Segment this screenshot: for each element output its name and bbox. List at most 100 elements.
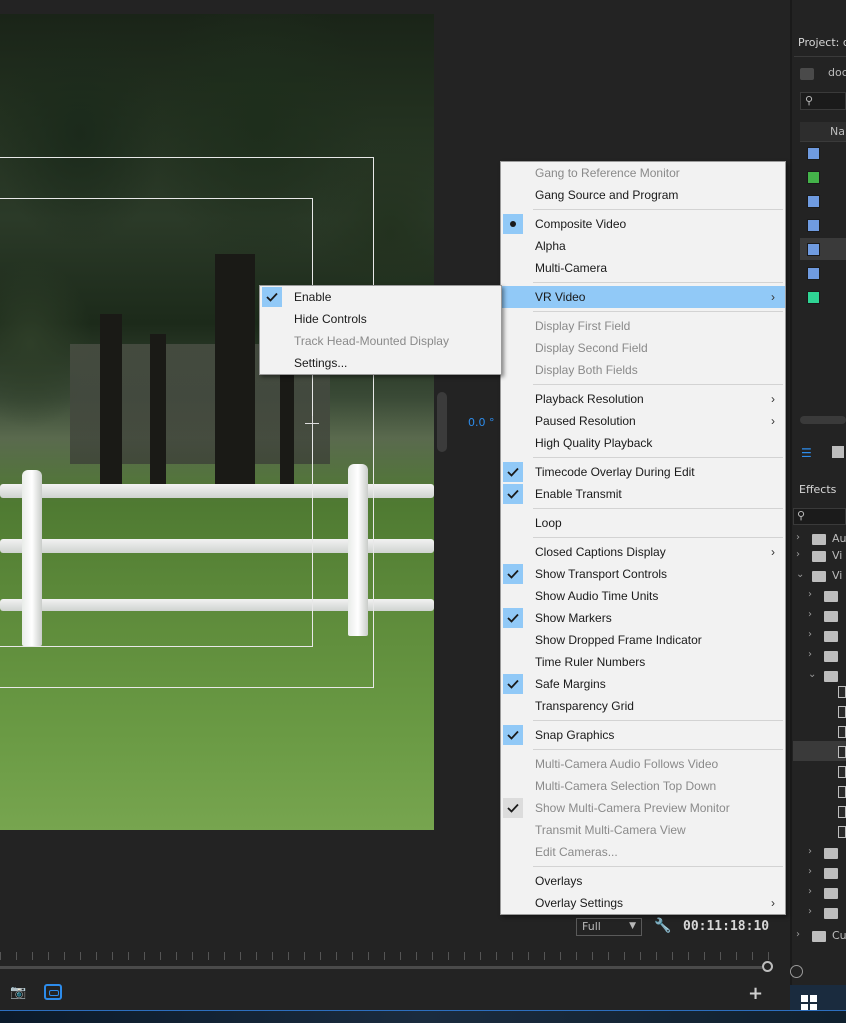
effects-folder-label[interactable]: Vi bbox=[832, 569, 842, 582]
menu-item-label: Edit Cameras... bbox=[535, 845, 618, 859]
playback-resolution-select[interactable]: Full ▼ bbox=[576, 918, 642, 936]
wrench-icon[interactable]: 🔧 bbox=[654, 918, 671, 936]
folder-icon[interactable] bbox=[824, 591, 838, 602]
menu-item-safe-margins[interactable]: Safe Margins bbox=[501, 673, 785, 695]
menu-item-hide-controls[interactable]: Hide Controls bbox=[260, 308, 501, 330]
menu-item-enable[interactable]: Enable bbox=[260, 286, 501, 308]
chevron-down-icon[interactable]: ⌄ bbox=[796, 569, 804, 580]
bin-icon[interactable] bbox=[800, 68, 814, 80]
vr-vertical-slider[interactable] bbox=[437, 392, 447, 452]
menu-item-paused-resolution[interactable]: Paused Resolution › bbox=[501, 410, 785, 432]
effect-preset-icon[interactable] bbox=[838, 806, 846, 818]
menu-item-transparency-grid[interactable]: Transparency Grid bbox=[501, 695, 785, 717]
menu-item-timecode-overlay-during-edit[interactable]: Timecode Overlay During Edit bbox=[501, 461, 785, 483]
menu-item-playback-resolution[interactable]: Playback Resolution › bbox=[501, 388, 785, 410]
menu-item-closed-captions-display[interactable]: Closed Captions Display › bbox=[501, 541, 785, 563]
folder-icon[interactable] bbox=[824, 631, 838, 642]
chevron-right-icon[interactable]: › bbox=[808, 886, 812, 897]
effect-preset-icon[interactable] bbox=[838, 706, 846, 718]
vr-angle-readout[interactable]: 0.0 ° bbox=[468, 416, 495, 429]
chevron-down-icon[interactable]: ⌄ bbox=[808, 669, 816, 680]
folder-icon[interactable] bbox=[824, 888, 838, 899]
menu-item-snap-graphics[interactable]: Snap Graphics bbox=[501, 724, 785, 746]
effects-folder-label[interactable]: Au bbox=[832, 532, 846, 545]
folder-icon[interactable] bbox=[824, 908, 838, 919]
folder-icon[interactable] bbox=[812, 534, 826, 545]
menu-item-show-audio-time-units[interactable]: Show Audio Time Units bbox=[501, 585, 785, 607]
folder-icon[interactable] bbox=[824, 651, 838, 662]
chevron-right-icon[interactable]: › bbox=[796, 532, 800, 543]
menu-item-time-ruler-numbers[interactable]: Time Ruler Numbers bbox=[501, 651, 785, 673]
chevron-right-icon[interactable]: › bbox=[808, 589, 812, 600]
label-color-swatch[interactable] bbox=[807, 171, 820, 184]
effects-folder-label[interactable]: Cu bbox=[832, 929, 846, 942]
menu-item-show-transport-controls[interactable]: Show Transport Controls bbox=[501, 563, 785, 585]
menu-item-vr-video[interactable]: VR Video › bbox=[501, 286, 785, 308]
folder-icon[interactable] bbox=[812, 931, 826, 942]
timeline-scrub-bar[interactable] bbox=[0, 966, 762, 969]
effect-preset-icon[interactable] bbox=[838, 786, 846, 798]
project-panel-title[interactable]: Project: d bbox=[798, 36, 846, 49]
menu-separator bbox=[501, 454, 785, 461]
column-header-name[interactable]: Na bbox=[800, 122, 846, 142]
effects-panel-title[interactable]: Effects bbox=[799, 483, 836, 496]
folder-icon[interactable] bbox=[812, 571, 826, 582]
menu-item-high-quality-playback[interactable]: High Quality Playback bbox=[501, 432, 785, 454]
label-color-swatch[interactable] bbox=[807, 243, 820, 256]
chevron-right-icon: › bbox=[771, 290, 775, 304]
chevron-right-icon[interactable]: › bbox=[808, 649, 812, 660]
folder-icon[interactable] bbox=[824, 671, 838, 682]
menu-item-multi-camera-selection-top-down: Multi-Camera Selection Top Down bbox=[501, 775, 785, 797]
folder-icon[interactable] bbox=[824, 868, 838, 879]
menu-item-composite-video[interactable]: Composite Video bbox=[501, 213, 785, 235]
folder-icon[interactable] bbox=[812, 551, 826, 562]
time-ruler[interactable] bbox=[0, 946, 778, 968]
project-scrollbar[interactable] bbox=[800, 416, 846, 424]
button-editor-plus-icon[interactable]: + bbox=[748, 983, 763, 1004]
label-color-swatch[interactable] bbox=[807, 219, 820, 232]
menu-item-multi-camera-audio-follows-video: Multi-Camera Audio Follows Video bbox=[501, 753, 785, 775]
effects-search-input[interactable]: ⚲ bbox=[793, 508, 846, 525]
chevron-right-icon[interactable]: › bbox=[796, 549, 800, 560]
icon-view-icon[interactable] bbox=[832, 446, 844, 458]
effect-preset-icon[interactable] bbox=[838, 686, 846, 698]
chevron-right-icon[interactable]: › bbox=[808, 846, 812, 857]
chevron-right-icon[interactable]: › bbox=[808, 866, 812, 877]
label-color-swatch[interactable] bbox=[807, 291, 820, 304]
menu-item-multi-camera[interactable]: Multi-Camera bbox=[501, 257, 785, 279]
vr-video-toggle-icon[interactable] bbox=[44, 984, 62, 1000]
label-color-swatch[interactable] bbox=[807, 195, 820, 208]
effect-preset-icon[interactable] bbox=[838, 826, 846, 838]
export-frame-icon[interactable]: 📷 bbox=[10, 985, 26, 1000]
menu-item-overlays[interactable]: Overlays bbox=[501, 870, 785, 892]
windows-start-icon[interactable] bbox=[801, 995, 817, 1011]
checkmark-icon bbox=[262, 287, 282, 307]
creative-cloud-icon[interactable] bbox=[790, 965, 803, 978]
menu-item-settings[interactable]: Settings... bbox=[260, 352, 501, 374]
effect-preset-icon[interactable] bbox=[838, 766, 846, 778]
menu-item-enable-transmit[interactable]: Enable Transmit bbox=[501, 483, 785, 505]
chevron-right-icon[interactable]: › bbox=[796, 929, 800, 940]
menu-item-loop[interactable]: Loop bbox=[501, 512, 785, 534]
menu-item-gang-source-and-program[interactable]: Gang Source and Program bbox=[501, 184, 785, 206]
out-point-handle[interactable] bbox=[762, 961, 773, 972]
chevron-right-icon: › bbox=[771, 414, 775, 428]
menu-item-overlay-settings[interactable]: Overlay Settings › bbox=[501, 892, 785, 914]
timecode-display[interactable]: 00:11:18:10 bbox=[683, 919, 769, 934]
effect-preset-icon[interactable] bbox=[838, 746, 846, 758]
folder-icon[interactable] bbox=[824, 848, 838, 859]
folder-icon[interactable] bbox=[824, 611, 838, 622]
project-search-input[interactable]: ⚲ bbox=[800, 92, 846, 110]
menu-item-show-markers[interactable]: Show Markers bbox=[501, 607, 785, 629]
chevron-right-icon[interactable]: › bbox=[808, 609, 812, 620]
effects-folder-label[interactable]: Vi bbox=[832, 549, 842, 562]
label-color-swatch[interactable] bbox=[807, 267, 820, 280]
menu-item-alpha[interactable]: Alpha bbox=[501, 235, 785, 257]
menu-item-label: Multi-Camera Selection Top Down bbox=[535, 779, 717, 793]
menu-item-show-dropped-frame-indicator[interactable]: Show Dropped Frame Indicator bbox=[501, 629, 785, 651]
chevron-right-icon[interactable]: › bbox=[808, 629, 812, 640]
label-color-swatch[interactable] bbox=[807, 147, 820, 160]
chevron-right-icon[interactable]: › bbox=[808, 906, 812, 917]
list-view-icon[interactable]: ☰ bbox=[801, 446, 817, 460]
effect-preset-icon[interactable] bbox=[838, 726, 846, 738]
